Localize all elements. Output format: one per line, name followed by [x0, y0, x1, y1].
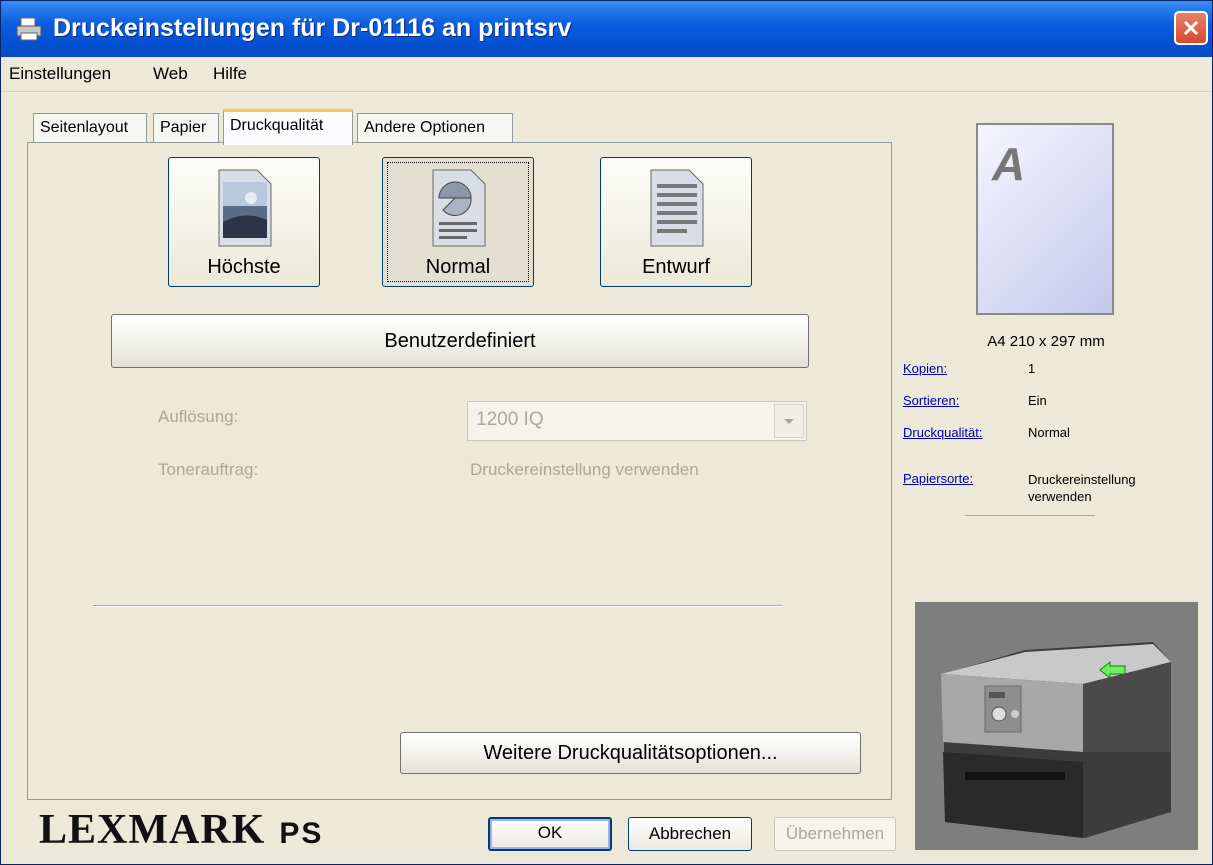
summary-key-collate[interactable]: Sortieren:: [903, 393, 959, 408]
tab-papier[interactable]: Papier: [153, 113, 219, 143]
menu-hilfe[interactable]: Hilfe: [213, 64, 247, 84]
summary-key-quality[interactable]: Druckqualität:: [903, 425, 982, 440]
lexmark-logo: LEXMARK PS: [39, 806, 323, 854]
laser-printer-icon: [941, 642, 1171, 838]
summary-key-copies[interactable]: Kopien:: [903, 361, 947, 376]
title-bar[interactable]: Druckeinstellungen für Dr-01116 an print…: [1, 1, 1212, 57]
resolution-value: 1200 IQ: [476, 409, 544, 430]
quality-normal-label: Normal: [425, 256, 491, 278]
quality-draft-label: Entwurf: [642, 256, 710, 278]
paper-size-text: A4 210 x 297 mm: [987, 333, 1105, 350]
summary-value-collate: Ein: [1028, 393, 1047, 408]
summary-value-copies: 1: [1028, 361, 1036, 376]
preview-letter: A: [992, 138, 1026, 190]
apply-button[interactable]: Übernehmen: [774, 817, 896, 851]
menu-web[interactable]: Web: [153, 64, 188, 84]
page-preview: A: [976, 123, 1114, 315]
logo-suffix: PS: [279, 817, 324, 850]
window-title: Druckeinstellungen für Dr-01116 an print…: [53, 14, 572, 42]
quality-normal-button[interactable]: Normal: [382, 157, 534, 287]
tab-andere-optionen[interactable]: Andere Optionen: [357, 113, 513, 143]
close-icon: [1183, 20, 1199, 36]
photo-document-icon: [218, 169, 272, 247]
toner-value: Druckereinstellung verwenden: [470, 460, 699, 479]
custom-quality-button[interactable]: Benutzerdefiniert: [111, 314, 809, 368]
menu-einstellungen[interactable]: Einstellungen: [9, 64, 111, 84]
cancel-button[interactable]: Abbrechen: [628, 817, 752, 851]
more-quality-options-button[interactable]: Weitere Druckqualitätsoptionen...: [400, 732, 861, 774]
toner-label: Tonerauftrag:: [158, 460, 259, 479]
separator-line: [93, 605, 783, 607]
quality-draft-button[interactable]: Entwurf: [600, 157, 752, 287]
tab-druckqualitaet[interactable]: Druckqualität: [223, 109, 353, 145]
ok-button[interactable]: OK: [488, 817, 612, 851]
summary-divider: [965, 515, 1095, 516]
quality-best-label: Höchste: [207, 256, 281, 278]
resolution-select[interactable]: 1200 IQ: [467, 401, 807, 441]
summary-value-quality: Normal: [1028, 425, 1070, 440]
dropdown-arrow-icon[interactable]: [774, 404, 804, 438]
printer-icon: [16, 17, 42, 41]
logo-text: LEXMARK: [39, 807, 266, 853]
resolution-label: Auflösung:: [158, 407, 239, 426]
tab-seitenlayout[interactable]: Seitenlayout: [33, 113, 147, 143]
close-button[interactable]: [1174, 11, 1208, 45]
quality-best-button[interactable]: Höchste: [168, 157, 320, 287]
summary-value-paper-type: Druckereinstellung verwenden: [1028, 472, 1136, 504]
print-settings-window: Druckeinstellungen für Dr-01116 an print…: [0, 0, 1213, 865]
text-document-icon: [650, 169, 704, 247]
summary-key-paper-type[interactable]: Papiersorte:: [903, 471, 973, 486]
printer-image: [915, 602, 1198, 850]
chart-document-icon: [432, 169, 486, 247]
menu-bar: Einstellungen Web Hilfe: [1, 57, 1212, 92]
